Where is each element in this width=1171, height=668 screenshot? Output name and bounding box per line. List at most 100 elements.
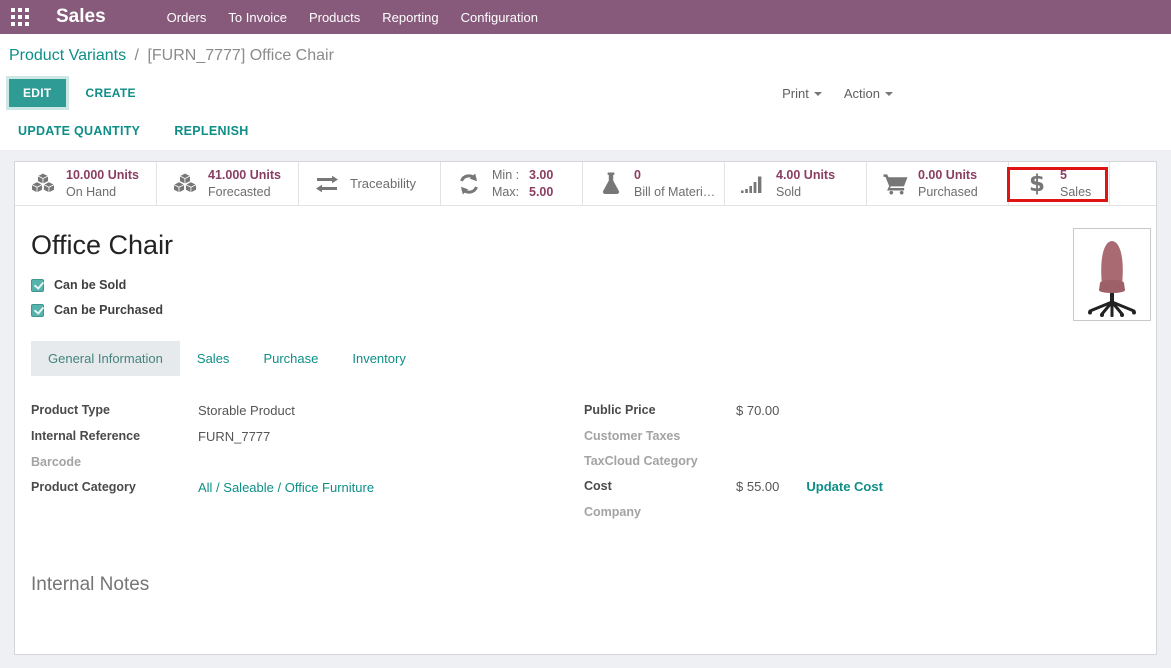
stat-label: Sales <box>1060 184 1091 200</box>
stat-label: Sold <box>776 184 835 200</box>
action-dropdown-label: Action <box>844 86 880 101</box>
field-value: FURN_7777 <box>198 429 270 444</box>
content-area: 10.000 Units On Hand 41.000 Units <box>0 150 1171 668</box>
shopping-cart-icon <box>880 173 910 195</box>
stat-button-on-hand[interactable]: 10.000 Units On Hand <box>15 162 157 205</box>
field-public-price: Public Price $ 70.00 <box>584 403 1140 418</box>
nav-menu: Orders To Invoice Products Reporting Con… <box>156 2 549 33</box>
field-label: Barcode <box>31 455 198 469</box>
min-label: Min : <box>492 167 529 183</box>
field-label: Product Category <box>31 480 198 495</box>
field-label: Internal Reference <box>31 429 198 444</box>
stat-button-sold[interactable]: 4.00 Units Sold <box>725 162 867 205</box>
tab-sales[interactable]: Sales <box>180 341 247 376</box>
stat-label: Traceability <box>350 176 416 191</box>
can-be-purchased-checkbox[interactable] <box>31 304 44 317</box>
apps-grid-icon[interactable] <box>11 8 29 26</box>
control-panel: Product Variants / [FURN_7777] Office Ch… <box>0 34 1171 150</box>
field-value: $ 55.00 <box>736 479 779 494</box>
stat-label: On Hand <box>66 184 139 200</box>
stat-button-reordering-rules[interactable]: Min : 3.00 Max: 5.00 <box>441 162 583 205</box>
nav-item-configuration[interactable]: Configuration <box>450 2 549 33</box>
tab-inventory[interactable]: Inventory <box>335 341 422 376</box>
top-nav-bar: Sales Orders To Invoice Products Reporti… <box>0 0 1171 34</box>
create-button[interactable]: CREATE <box>86 86 136 100</box>
breadcrumb-parent-link[interactable]: Product Variants <box>9 47 126 64</box>
field-value: Storable Product <box>198 403 295 418</box>
stat-value: 41.000 Units <box>208 167 281 183</box>
replenish-button[interactable]: REPLENISH <box>174 124 248 138</box>
dollar-icon: $ <box>1022 171 1052 197</box>
update-cost-button[interactable]: Update Cost <box>806 479 883 494</box>
cubes-icon <box>28 172 58 196</box>
print-dropdown-label: Print <box>782 86 809 101</box>
internal-notes-heading: Internal Notes <box>31 574 1140 596</box>
sheet-body: Office Chair Can be Sold Can be Purchase… <box>15 206 1156 596</box>
stat-button-bill-of-materials[interactable]: 0 Bill of Materi… <box>583 162 725 205</box>
field-label: TaxCloud Category <box>584 454 736 468</box>
field-cost: Cost $ 55.00 Update Cost <box>584 479 1140 494</box>
nav-item-to-invoice[interactable]: To Invoice <box>217 2 298 33</box>
max-value: 5.00 <box>529 184 553 200</box>
product-title: Office Chair <box>31 230 1140 261</box>
stat-button-purchased[interactable]: 0.00 Units Purchased <box>867 162 1009 205</box>
can-be-sold-row: Can be Sold <box>31 278 1140 292</box>
nav-item-reporting[interactable]: Reporting <box>371 2 449 33</box>
field-company: Company <box>584 505 1140 519</box>
product-image[interactable] <box>1073 228 1151 321</box>
cubes-icon <box>170 172 200 196</box>
field-label: Public Price <box>584 403 736 418</box>
stat-label: Bill of Materi… <box>634 184 715 200</box>
general-information-form: Product Type Storable Product Internal R… <box>31 403 1140 530</box>
edit-button[interactable]: EDIT <box>9 79 66 107</box>
field-internal-reference: Internal Reference FURN_7777 <box>31 429 584 444</box>
field-product-type: Product Type Storable Product <box>31 403 584 418</box>
can-be-purchased-row: Can be Purchased <box>31 303 1140 317</box>
field-label: Customer Taxes <box>584 429 736 443</box>
stat-value: 5 <box>1060 167 1091 183</box>
print-dropdown[interactable]: Print <box>782 86 822 101</box>
nav-item-products[interactable]: Products <box>298 2 371 33</box>
stat-button-forecasted[interactable]: 41.000 Units Forecasted <box>157 162 299 205</box>
breadcrumb-separator: / <box>135 47 139 64</box>
notebook-tabs: General Information Sales Purchase Inven… <box>31 341 1140 376</box>
field-taxcloud-category: TaxCloud Category <box>584 454 1140 468</box>
action-dropdown[interactable]: Action <box>844 86 893 101</box>
refresh-icon <box>454 173 484 195</box>
can-be-sold-label: Can be Sold <box>54 278 126 292</box>
tab-purchase[interactable]: Purchase <box>246 341 335 376</box>
breadcrumb: Product Variants / [FURN_7777] Office Ch… <box>0 47 1171 65</box>
flask-icon <box>596 172 626 195</box>
exchange-icon <box>312 175 342 193</box>
stat-value: 4.00 Units <box>776 167 835 183</box>
product-form-sheet: 10.000 Units On Hand 41.000 Units <box>14 161 1157 655</box>
chevron-down-icon <box>885 92 893 96</box>
update-quantity-button[interactable]: UPDATE QUANTITY <box>18 124 140 138</box>
stat-value: 10.000 Units <box>66 167 139 183</box>
nav-item-orders[interactable]: Orders <box>156 2 218 33</box>
can-be-purchased-label: Can be Purchased <box>54 303 163 317</box>
field-value: $ 70.00 <box>736 403 779 418</box>
stat-button-traceability[interactable]: Traceability <box>299 162 441 205</box>
app-name[interactable]: Sales <box>56 6 106 28</box>
max-label: Max: <box>492 184 529 200</box>
field-label: Company <box>584 505 736 519</box>
tab-general-information[interactable]: General Information <box>31 341 180 376</box>
stat-value: 0.00 Units <box>918 167 978 183</box>
field-label: Product Type <box>31 403 198 418</box>
stat-button-sales[interactable]: $ 5 Sales <box>1009 162 1110 205</box>
stat-label: Purchased <box>918 184 978 200</box>
can-be-sold-checkbox[interactable] <box>31 279 44 292</box>
field-product-category: Product Category All / Saleable / Office… <box>31 480 584 495</box>
field-customer-taxes: Customer Taxes <box>584 429 1140 443</box>
min-value: 3.00 <box>529 167 553 183</box>
stat-button-row: 10.000 Units On Hand 41.000 Units <box>15 162 1156 206</box>
chevron-down-icon <box>814 92 822 96</box>
stat-label: Forecasted <box>208 184 281 200</box>
field-barcode: Barcode <box>31 455 584 469</box>
breadcrumb-current: [FURN_7777] Office Chair <box>147 47 333 64</box>
product-category-link[interactable]: All / Saleable / Office Furniture <box>198 480 374 495</box>
field-label: Cost <box>584 479 736 494</box>
signal-bars-icon <box>738 174 768 194</box>
stat-value: 0 <box>634 167 715 183</box>
